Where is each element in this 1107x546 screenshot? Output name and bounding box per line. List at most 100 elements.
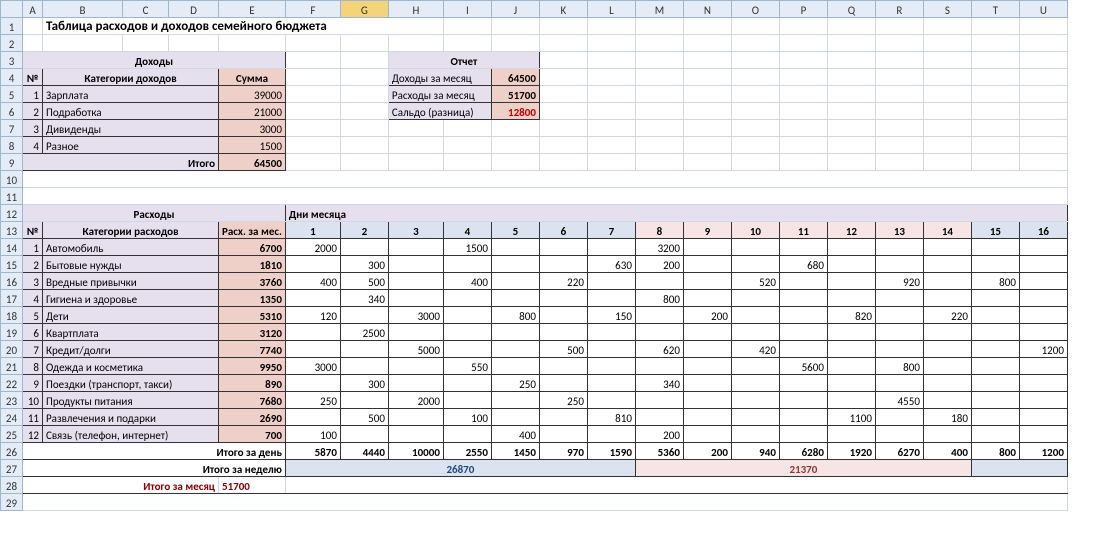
income-row-val[interactable]: 39000 <box>219 86 286 103</box>
exp-cell[interactable] <box>340 239 388 256</box>
exp-cell[interactable] <box>340 341 388 358</box>
exp-cell[interactable] <box>923 426 971 443</box>
exp-cell[interactable] <box>635 324 683 341</box>
exp-cell[interactable] <box>285 375 340 392</box>
exp-cell[interactable] <box>443 256 491 273</box>
exp-cell[interactable] <box>923 375 971 392</box>
exp-cell[interactable] <box>875 290 923 307</box>
exp-cell[interactable] <box>923 290 971 307</box>
col-M[interactable]: M <box>635 1 683 18</box>
exp-cell[interactable]: 500 <box>340 409 388 426</box>
row-29[interactable]: 29 <box>1 494 23 511</box>
exp-cell[interactable] <box>635 358 683 375</box>
exp-cell[interactable] <box>587 324 635 341</box>
row-9[interactable]: 9 <box>1 154 23 171</box>
exp-cell[interactable] <box>683 273 731 290</box>
exp-cell[interactable]: 250 <box>285 392 340 409</box>
exp-cell[interactable]: 3200 <box>635 239 683 256</box>
exp-cell[interactable] <box>827 392 875 409</box>
exp-cell[interactable] <box>388 324 443 341</box>
col-J[interactable]: J <box>491 1 539 18</box>
exp-cell[interactable] <box>539 375 587 392</box>
exp-cell[interactable]: 820 <box>827 307 875 324</box>
exp-cell[interactable] <box>971 341 1019 358</box>
exp-cell[interactable]: 2000 <box>285 239 340 256</box>
exp-cell[interactable]: 800 <box>971 273 1019 290</box>
exp-cell[interactable] <box>539 290 587 307</box>
row-7[interactable]: 7 <box>1 120 23 137</box>
row-24[interactable]: 24 <box>1 409 23 426</box>
exp-cell[interactable]: 250 <box>539 392 587 409</box>
exp-cell[interactable] <box>683 375 731 392</box>
exp-cell[interactable]: 680 <box>779 256 827 273</box>
exp-cell[interactable] <box>635 307 683 324</box>
exp-cell[interactable] <box>923 358 971 375</box>
exp-row-name[interactable]: Автомобиль <box>43 239 219 256</box>
exp-cell[interactable] <box>491 239 539 256</box>
exp-cell[interactable]: 800 <box>875 358 923 375</box>
row-10[interactable]: 10 <box>1 171 23 188</box>
exp-row-name[interactable]: Квартплата <box>43 324 219 341</box>
row-14[interactable]: 14 <box>1 239 23 256</box>
exp-cell[interactable] <box>1019 273 1067 290</box>
row-20[interactable]: 20 <box>1 341 23 358</box>
exp-cell[interactable] <box>388 290 443 307</box>
exp-cell[interactable]: 520 <box>731 273 779 290</box>
exp-cell[interactable]: 180 <box>923 409 971 426</box>
exp-cell[interactable]: 200 <box>683 307 731 324</box>
exp-cell[interactable] <box>875 409 923 426</box>
exp-cell[interactable] <box>587 392 635 409</box>
exp-cell[interactable] <box>491 358 539 375</box>
col-K[interactable]: K <box>539 1 587 18</box>
exp-cell[interactable] <box>491 341 539 358</box>
col-I[interactable]: I <box>443 1 491 18</box>
row-12[interactable]: 12 <box>1 205 23 222</box>
exp-cell[interactable] <box>587 239 635 256</box>
exp-cell[interactable] <box>587 273 635 290</box>
exp-cell[interactable] <box>587 426 635 443</box>
exp-cell[interactable] <box>779 239 827 256</box>
exp-cell[interactable] <box>683 239 731 256</box>
col-G[interactable]: G <box>340 1 388 18</box>
exp-cell[interactable] <box>827 341 875 358</box>
exp-cell[interactable] <box>875 426 923 443</box>
exp-cell[interactable]: 920 <box>875 273 923 290</box>
exp-cell[interactable] <box>443 392 491 409</box>
exp-cell[interactable] <box>731 290 779 307</box>
exp-cell[interactable] <box>971 256 1019 273</box>
exp-cell[interactable]: 220 <box>923 307 971 324</box>
exp-cell[interactable] <box>971 426 1019 443</box>
col-A[interactable]: A <box>23 1 43 18</box>
exp-row-name[interactable]: Гигиена и здоровье <box>43 290 219 307</box>
exp-cell[interactable]: 500 <box>539 341 587 358</box>
exp-cell[interactable] <box>443 307 491 324</box>
exp-cell[interactable] <box>923 341 971 358</box>
exp-cell[interactable] <box>1019 307 1067 324</box>
exp-cell[interactable] <box>388 409 443 426</box>
exp-cell[interactable] <box>923 273 971 290</box>
row-2[interactable]: 2 <box>1 35 23 52</box>
exp-cell[interactable] <box>340 426 388 443</box>
exp-cell[interactable] <box>539 409 587 426</box>
col-B[interactable]: B <box>43 1 123 18</box>
exp-cell[interactable]: 340 <box>635 375 683 392</box>
exp-cell[interactable]: 5600 <box>779 358 827 375</box>
exp-cell[interactable] <box>779 341 827 358</box>
exp-cell[interactable]: 4550 <box>875 392 923 409</box>
exp-cell[interactable] <box>971 290 1019 307</box>
col-R[interactable]: R <box>875 1 923 18</box>
exp-cell[interactable] <box>388 256 443 273</box>
col-L[interactable]: L <box>587 1 635 18</box>
exp-cell[interactable] <box>827 273 875 290</box>
exp-cell[interactable] <box>1019 392 1067 409</box>
exp-cell[interactable]: 200 <box>635 256 683 273</box>
exp-cell[interactable] <box>827 375 875 392</box>
exp-cell[interactable] <box>875 256 923 273</box>
exp-cell[interactable] <box>1019 426 1067 443</box>
exp-cell[interactable] <box>539 256 587 273</box>
exp-cell[interactable] <box>731 375 779 392</box>
exp-cell[interactable] <box>827 426 875 443</box>
exp-cell[interactable] <box>443 324 491 341</box>
exp-cell[interactable] <box>539 239 587 256</box>
row-15[interactable]: 15 <box>1 256 23 273</box>
